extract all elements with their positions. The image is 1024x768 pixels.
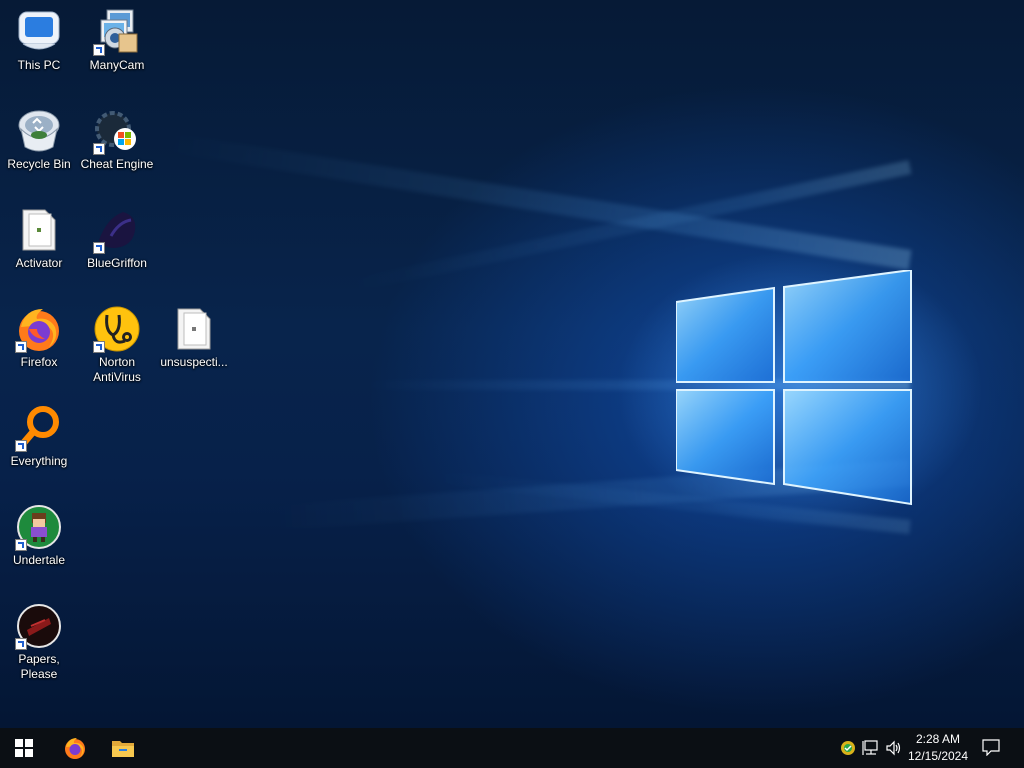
desktop-icon-label: Norton AntiVirus bbox=[93, 355, 141, 384]
desktop-icon-label: Firefox bbox=[20, 355, 58, 369]
notification-icon bbox=[982, 739, 1000, 756]
papers-please-icon bbox=[15, 602, 63, 650]
manycam-icon bbox=[93, 8, 141, 56]
bluegriffon-icon bbox=[93, 206, 141, 254]
undertale-icon bbox=[15, 503, 63, 551]
shortcut-arrow-icon bbox=[93, 143, 105, 155]
desktop[interactable]: This PC ManyCam Recycle Bin Cheat Engine… bbox=[0, 0, 1024, 728]
network-icon[interactable] bbox=[861, 738, 881, 758]
shortcut-arrow-icon bbox=[93, 44, 105, 56]
action-center-button[interactable] bbox=[981, 737, 1001, 757]
desktop-icon-undertale[interactable]: Undertale bbox=[1, 503, 77, 568]
windows-start-icon bbox=[15, 739, 33, 757]
recycle-bin-icon bbox=[15, 107, 63, 155]
shortcut-arrow-icon bbox=[15, 440, 27, 452]
shortcut-arrow-icon bbox=[15, 341, 27, 353]
this-pc-icon bbox=[15, 8, 63, 56]
shortcut-arrow-icon bbox=[15, 638, 27, 650]
shortcut-arrow-icon bbox=[93, 341, 105, 353]
desktop-icon-activator[interactable]: Activator bbox=[1, 206, 77, 271]
desktop-icon-label: Activator bbox=[15, 256, 63, 270]
desktop-icon-bluegriffon[interactable]: BlueGriffon bbox=[79, 206, 155, 271]
taskbar-file-explorer-button[interactable] bbox=[99, 728, 147, 768]
desktop-icon-this-pc[interactable]: This PC bbox=[1, 8, 77, 73]
taskbar: 2:28 AM 12/15/2024 bbox=[0, 728, 1024, 768]
shortcut-arrow-icon bbox=[93, 242, 105, 254]
desktop-icon-label: Everything bbox=[10, 454, 68, 468]
taskbar-firefox-button[interactable] bbox=[51, 728, 99, 768]
desktop-icon-norton-antivirus[interactable]: Norton AntiVirus bbox=[79, 305, 155, 385]
file-icon bbox=[15, 206, 63, 254]
desktop-icon-manycam[interactable]: ManyCam bbox=[79, 8, 155, 73]
desktop-icon-label: This PC bbox=[17, 58, 61, 72]
desktop-icon-everything[interactable]: Everything bbox=[1, 404, 77, 469]
taskbar-clock[interactable]: 2:28 AM 12/15/2024 bbox=[902, 731, 974, 765]
desktop-icon-papers-please[interactable]: Papers, Please bbox=[1, 602, 77, 682]
windows-logo-wallpaper bbox=[676, 270, 912, 506]
firefox-icon bbox=[15, 305, 63, 353]
desktop-icon-label: Undertale bbox=[12, 553, 66, 567]
defender-security-icon[interactable] bbox=[838, 738, 858, 758]
shortcut-arrow-icon bbox=[15, 539, 27, 551]
desktop-icon-label: Cheat Engine bbox=[80, 157, 154, 171]
desktop-icon-label: unsuspecti... bbox=[160, 355, 228, 369]
desktop-icon-label: ManyCam bbox=[89, 58, 145, 72]
desktop-icon-unsuspecting-file[interactable]: unsuspecti... bbox=[156, 305, 232, 370]
desktop-icon-recycle-bin[interactable]: Recycle Bin bbox=[1, 107, 77, 172]
desktop-icon-label: Recycle Bin bbox=[7, 157, 71, 171]
desktop-icon-label: Papers, Please bbox=[18, 652, 60, 681]
clock-date: 12/15/2024 bbox=[907, 749, 969, 763]
everything-search-icon bbox=[15, 404, 63, 452]
cheat-engine-icon bbox=[93, 107, 141, 155]
desktop-icon-cheat-engine[interactable]: Cheat Engine bbox=[79, 107, 155, 172]
norton-antivirus-icon bbox=[93, 305, 141, 353]
desktop-icon-label: BlueGriffon bbox=[87, 256, 147, 270]
firefox-icon bbox=[65, 738, 85, 759]
clock-time: 2:28 AM bbox=[915, 732, 961, 746]
volume-icon[interactable] bbox=[884, 738, 904, 758]
desktop-icon-firefox[interactable]: Firefox bbox=[1, 305, 77, 370]
start-button[interactable] bbox=[0, 728, 48, 768]
file-explorer-icon bbox=[112, 741, 134, 757]
file-icon bbox=[170, 305, 218, 353]
